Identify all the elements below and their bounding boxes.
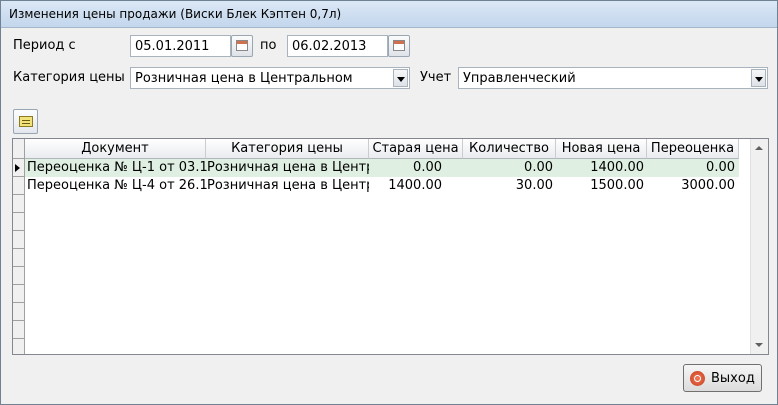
accounting-label: Учет bbox=[420, 70, 452, 85]
column-header-revaluation[interactable]: Переоценка bbox=[647, 139, 739, 159]
price-category-select[interactable]: Розничная цена в Центральном bbox=[130, 67, 410, 89]
cell-new-price: 1500.00 bbox=[590, 178, 644, 193]
scroll-down-icon[interactable] bbox=[755, 343, 763, 347]
cell-new-price: 1400.00 bbox=[590, 160, 644, 175]
dialog-window: Изменения цены продажи (Виски Блек Кэпте… bbox=[0, 0, 778, 405]
row-indicator[interactable] bbox=[13, 159, 24, 177]
row-indicator-column bbox=[13, 139, 25, 354]
cell-quantity: 0.00 bbox=[524, 160, 553, 175]
window-title: Изменения цены продажи (Виски Блек Кэпте… bbox=[9, 7, 342, 21]
calendar-icon bbox=[393, 40, 405, 51]
cell-document: Переоценка № Ц-4 от 26.11 bbox=[27, 178, 207, 193]
table-row[interactable]: Переоценка № Ц-1 от 03.10 Розничная цена… bbox=[25, 159, 739, 177]
period-from-label: Период с bbox=[13, 38, 76, 53]
column-header-document[interactable]: Документ bbox=[25, 139, 206, 159]
accounting-select[interactable]: Управленческий bbox=[458, 67, 768, 89]
date-from-calendar-button[interactable] bbox=[231, 35, 253, 57]
title-bar[interactable]: Изменения цены продажи (Виски Блек Кэпте… bbox=[1, 1, 777, 28]
dialog-client: Период с 05.01.2011 по 06.02.2013 Катего… bbox=[3, 28, 775, 402]
cell-revaluation: 3000.00 bbox=[681, 178, 735, 193]
report-icon bbox=[19, 116, 33, 127]
column-header-new-price[interactable]: Новая цена bbox=[556, 139, 647, 159]
exit-icon bbox=[690, 371, 705, 386]
cell-document: Переоценка № Ц-1 от 03.10 bbox=[27, 160, 207, 175]
chevron-down-icon[interactable] bbox=[751, 69, 766, 87]
cell-old-price: 0.00 bbox=[413, 160, 442, 175]
accounting-value: Управленческий bbox=[463, 71, 576, 86]
exit-button-label: Выход bbox=[711, 371, 755, 386]
date-to-field[interactable]: 06.02.2013 bbox=[287, 35, 388, 57]
row-indicator[interactable] bbox=[13, 177, 24, 195]
price-change-table[interactable]: Документ Категория цены Старая цена Коли… bbox=[12, 138, 769, 355]
date-from-field[interactable]: 05.01.2011 bbox=[130, 35, 231, 57]
cell-price-category: Розничная цена в Центра bbox=[207, 178, 369, 193]
period-to-label: по bbox=[260, 38, 277, 53]
price-category-value: Розничная цена в Центральном bbox=[135, 71, 353, 86]
column-header-quantity[interactable]: Количество bbox=[463, 139, 556, 159]
chevron-down-icon[interactable] bbox=[393, 69, 408, 87]
column-header-old-price[interactable]: Старая цена bbox=[369, 139, 463, 159]
calendar-icon bbox=[236, 40, 248, 51]
vertical-scrollbar[interactable] bbox=[750, 139, 768, 354]
column-header-price-category[interactable]: Категория цены bbox=[206, 139, 369, 159]
current-row-arrow-icon bbox=[15, 164, 20, 172]
date-to-calendar-button[interactable] bbox=[388, 35, 410, 57]
cell-revaluation: 0.00 bbox=[706, 160, 735, 175]
report-button[interactable] bbox=[13, 109, 38, 134]
cell-quantity: 30.00 bbox=[515, 178, 553, 193]
cell-price-category: Розничная цена в Центра bbox=[207, 160, 369, 175]
exit-button[interactable]: Выход bbox=[683, 364, 762, 392]
scroll-up-icon[interactable] bbox=[755, 146, 763, 150]
price-category-label: Категория цены bbox=[13, 70, 125, 85]
table-row[interactable]: Переоценка № Ц-4 от 26.11 Розничная цена… bbox=[25, 177, 739, 195]
cell-old-price: 1400.00 bbox=[388, 178, 442, 193]
